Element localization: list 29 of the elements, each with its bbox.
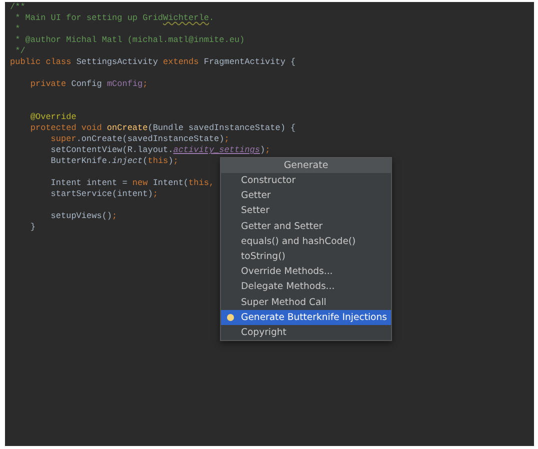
menu-item[interactable]: Getter and Setter bbox=[221, 218, 391, 234]
plugin-icon bbox=[227, 314, 234, 321]
code-line: */ bbox=[14, 46, 26, 57]
code-line: * Main UI for setting up GridWichterle. bbox=[14, 13, 214, 24]
menu-item[interactable]: Setter bbox=[221, 203, 391, 219]
menu-item[interactable]: Getter bbox=[221, 188, 391, 204]
code-line: /** bbox=[10, 2, 26, 13]
menu-item[interactable]: Delegate Methods... bbox=[221, 279, 391, 295]
code-line: setupViews(); bbox=[50, 211, 118, 222]
code-line: } bbox=[29, 222, 36, 233]
menu-item[interactable]: Super Method Call bbox=[221, 294, 391, 310]
code-line: setContentView(R.layout.activity_settings); bbox=[50, 145, 270, 156]
code-line: Intent intent = new Intent(this, bbox=[50, 178, 214, 189]
menu-item[interactable]: toString() bbox=[221, 249, 391, 264]
code-line: * bbox=[14, 24, 20, 35]
menu-item[interactable]: Copyright bbox=[221, 325, 391, 340]
menu-item[interactable]: Constructor bbox=[221, 173, 391, 188]
code-line: ButterKnife.inject(this); bbox=[50, 156, 178, 167]
menu-item[interactable]: Override Methods... bbox=[221, 264, 391, 280]
code-line: @Override bbox=[29, 112, 76, 123]
code-line: startService(intent); bbox=[50, 189, 158, 200]
menu-item[interactable]: equals() and hashCode() bbox=[221, 234, 391, 250]
code-line: private Config mConfig; bbox=[29, 79, 148, 90]
popup-title: Generate bbox=[221, 158, 391, 173]
code-line: public class SettingsActivity extends FragmentActivity { bbox=[10, 57, 296, 68]
menu-item[interactable]: Generate Butterknife Injections bbox=[221, 310, 391, 326]
code-line: super.onCreate(savedInstanceState); bbox=[50, 134, 230, 145]
code-line: protected void onCreate(Bundle savedInstanceState) { bbox=[29, 123, 296, 134]
code-line: * @author Michal Matl (michal.matl@inmite.eu) bbox=[14, 35, 245, 46]
